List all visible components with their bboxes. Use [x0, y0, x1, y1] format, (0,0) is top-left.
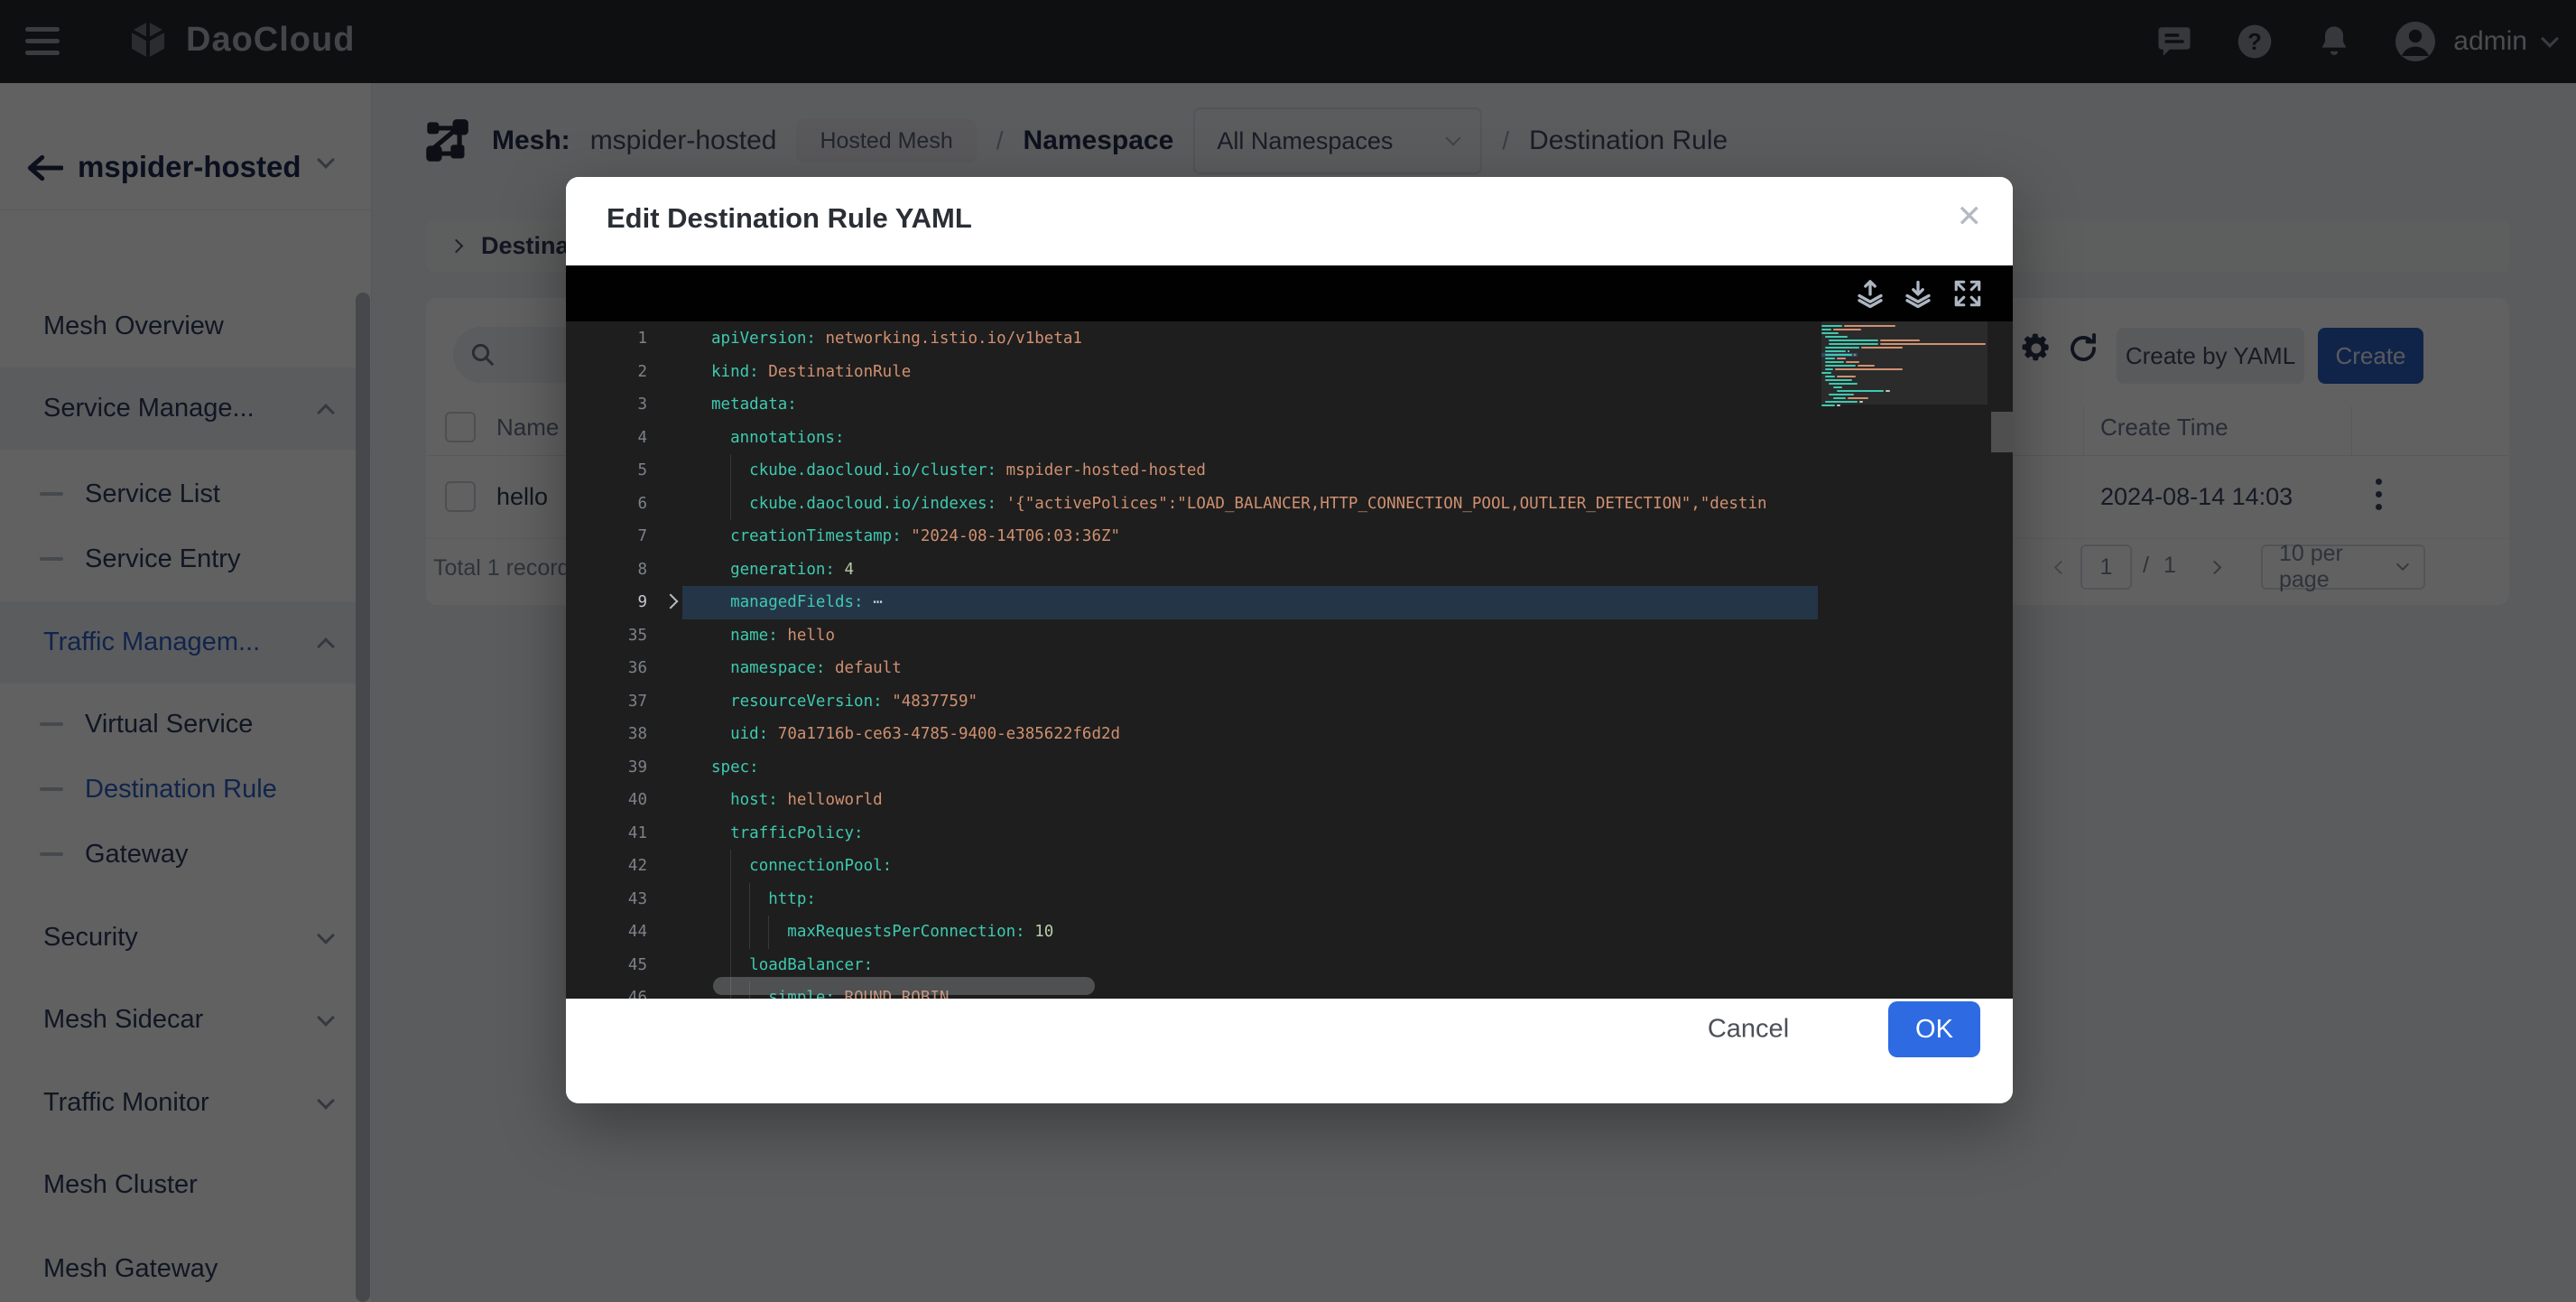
line-number: 2 [566, 356, 647, 389]
upload-icon[interactable] [1854, 278, 1886, 311]
line-number: 42 [566, 850, 647, 883]
code-line[interactable]: kind: DestinationRule [711, 356, 911, 389]
ok-button[interactable]: OK [1888, 1001, 1980, 1057]
line-number: 43 [566, 883, 647, 916]
minimap-line [1825, 350, 1846, 352]
line-number: 6 [566, 488, 647, 521]
line-number: 1 [566, 322, 647, 356]
code-line[interactable]: apiVersion: networking.istio.io/v1beta1 [711, 322, 1082, 356]
code-line[interactable]: maxRequestsPerConnection: 10 [711, 916, 1053, 949]
editor-code[interactable]: apiVersion: networking.istio.io/v1beta1k… [711, 321, 1818, 999]
screen: DaoCloud ? [0, 0, 2576, 1302]
code-line[interactable]: trafficPolicy: [711, 817, 864, 851]
editor-vertical-scrollbar[interactable] [1991, 412, 2013, 452]
code-line[interactable]: spec: [711, 751, 759, 785]
line-number: 4 [566, 422, 647, 455]
minimap-line [1858, 365, 1875, 367]
minimap-line [1886, 390, 1889, 392]
minimap-line [1829, 339, 1878, 341]
line-number: 37 [566, 685, 647, 719]
code-line[interactable]: namespace: default [711, 652, 902, 685]
code-line[interactable]: metadata: [711, 388, 797, 422]
minimap-line [1825, 358, 1835, 359]
minimap-line [1821, 325, 1842, 327]
line-number: 35 [566, 619, 647, 653]
minimap-line [1821, 405, 1835, 406]
minimap-line [1833, 329, 1862, 330]
minimap-line [1848, 397, 1868, 399]
minimap-line [1825, 368, 1832, 370]
code-line[interactable]: creationTimestamp: "2024-08-14T06:03:36Z… [711, 520, 1120, 553]
minimap-line [1880, 339, 1920, 341]
minimap-line [1837, 405, 1840, 406]
download-icon[interactable] [1902, 278, 1934, 311]
code-line[interactable]: managedFields: ⋯ [711, 586, 881, 619]
line-number: 7 [566, 520, 647, 553]
line-number: 38 [566, 718, 647, 751]
minimap-line [1837, 358, 1847, 359]
minimap-line [1825, 379, 1851, 381]
minimap-line [1821, 329, 1831, 330]
code-line[interactable]: resourceVersion: "4837759" [711, 685, 978, 719]
code-line[interactable]: name: hello [711, 619, 835, 653]
minimap-line [1846, 361, 1859, 363]
modal-title: Edit Destination Rule YAML [607, 202, 972, 235]
minimap-line [1829, 343, 1878, 345]
line-number: 40 [566, 784, 647, 817]
line-number: 41 [566, 817, 647, 851]
modal-header: Edit Destination Rule YAML ✕ [566, 177, 2013, 265]
line-number: 39 [566, 751, 647, 785]
edit-yaml-modal: Edit Destination Rule YAML ✕ [566, 177, 2013, 1103]
minimap-line [1825, 401, 1858, 403]
code-line[interactable]: http: [711, 883, 816, 916]
line-number: 45 [566, 949, 647, 982]
line-number: 44 [566, 916, 647, 949]
minimap-line [1829, 383, 1858, 385]
fullscreen-icon[interactable] [1952, 278, 1985, 311]
minimap-line [1825, 336, 1848, 338]
code-line[interactable]: uid: 70a1716b-ce63-4785-9400-e385622f6d2… [711, 718, 1120, 751]
modal-footer [566, 999, 2013, 1103]
minimap-line [1833, 386, 1843, 388]
minimap-line [1825, 365, 1856, 367]
minimap-line [1880, 343, 1986, 345]
close-icon[interactable]: ✕ [1957, 199, 1983, 235]
minimap-line [1837, 390, 1885, 392]
minimap-line [1825, 376, 1835, 377]
cancel-button[interactable]: Cancel [1702, 1014, 1794, 1046]
minimap-line [1825, 347, 1859, 349]
code-line[interactable]: annotations: [711, 422, 845, 455]
line-number: 46 [566, 981, 647, 999]
minimap-line [1821, 332, 1839, 334]
line-number: 9 [566, 586, 647, 619]
line-number: 36 [566, 652, 647, 685]
line-number: 5 [566, 454, 647, 488]
code-line[interactable]: connectionPool: [711, 850, 892, 883]
minimap-line [1861, 347, 1903, 349]
minimap-line [1829, 394, 1853, 395]
minimap-line [1825, 361, 1844, 363]
minimap-line [1837, 376, 1856, 377]
line-number: 3 [566, 388, 647, 422]
minimap-line [1833, 397, 1847, 399]
code-line[interactable]: host: helloworld [711, 784, 883, 817]
minimap-line [1825, 354, 1851, 356]
minimap-line [1821, 372, 1831, 374]
editor-toolbar [566, 265, 2013, 321]
editor-horizontal-scrollbar[interactable] [713, 977, 1095, 995]
code-line[interactable]: ckube.daocloud.io/indexes: '{"activePoli… [711, 488, 1767, 521]
yaml-editor[interactable]: 123456789353637383940414243444546 apiVer… [566, 321, 2013, 999]
minimap-line [1844, 325, 1895, 327]
minimap-line [1835, 368, 1904, 370]
code-line[interactable]: generation: 4 [711, 553, 854, 587]
code-line[interactable]: ckube.daocloud.io/cluster: mspider-hoste… [711, 454, 1206, 488]
editor-minimap[interactable] [1821, 321, 1988, 999]
fold-chevron-icon[interactable] [663, 594, 679, 609]
line-number: 8 [566, 553, 647, 587]
